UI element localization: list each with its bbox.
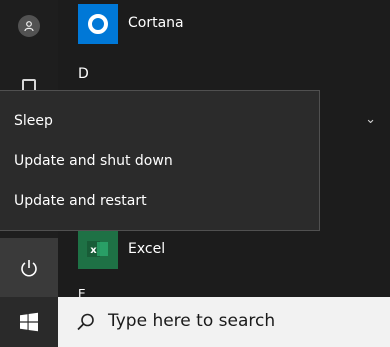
svg-text:x: x [90,245,97,256]
app-label-excel[interactable]: Excel [128,241,165,257]
menu-item-sleep[interactable]: Sleep [14,113,53,129]
start-button[interactable] [0,297,58,347]
search-icon [77,313,94,331]
user-account-button[interactable] [0,11,58,41]
power-options-menu: Sleep Update and shut down Update and re… [0,90,320,231]
taskbar: Type here to search [0,297,390,347]
search-box[interactable]: Type here to search [58,297,390,347]
app-label-cortana[interactable]: Cortana [128,15,184,31]
cortana-icon [88,14,108,34]
user-icon [18,15,40,37]
excel-tile[interactable]: x [78,229,118,269]
cortana-tile[interactable] [78,4,118,44]
menu-item-update-and-shut-down[interactable]: Update and shut down [14,153,173,169]
windows-logo-icon [20,312,38,332]
section-header-d[interactable]: D [78,66,89,82]
power-button[interactable] [0,238,58,297]
search-placeholder: Type here to search [108,311,276,331]
menu-item-update-and-restart[interactable]: Update and restart [14,193,147,209]
chevron-down-icon[interactable]: ⌄ [365,112,376,127]
excel-icon: x [87,241,108,257]
power-icon [21,259,37,276]
